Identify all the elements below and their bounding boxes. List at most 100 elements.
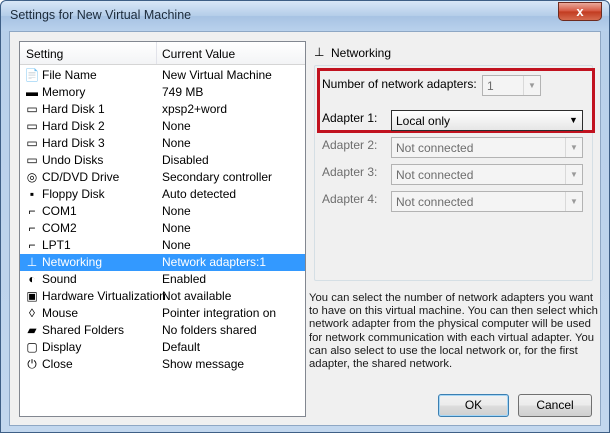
mouse-icon: ◊ [29, 306, 35, 320]
setting-name: Close [42, 357, 73, 371]
settings-row-memory[interactable]: ▬ Memory 749 MB [20, 84, 305, 101]
adapter4-label: Adapter 4: [322, 192, 378, 206]
setting-name: Display [42, 340, 82, 354]
hard-disk-icon: ▭ [26, 136, 38, 150]
adapter2-value: Not connected [396, 141, 474, 155]
window-title: Settings for New Virtual Machine [10, 8, 192, 22]
setting-name: COM2 [42, 221, 77, 235]
setting-value: Pointer integration on [162, 306, 277, 320]
setting-name: LPT1 [42, 238, 71, 252]
chevron-down-icon: ▼ [565, 192, 582, 211]
setting-value: Default [162, 340, 201, 354]
settings-row-com1[interactable]: ⌐ COM1 None [20, 203, 305, 220]
dialog-client-area: Setting Current Value 📄 File Name New Virt… [9, 31, 601, 426]
settings-row-networking[interactable]: ⊥ Networking Network adapters:1 [20, 254, 305, 271]
hardware-virtualization-icon: ▣ [26, 289, 38, 303]
adapter3-label: Adapter 3: [322, 165, 378, 179]
settings-row-display[interactable]: ▢ Display Default [20, 339, 305, 356]
lpt-port-icon: ⌐ [28, 238, 36, 252]
setting-name: COM1 [42, 204, 77, 218]
setting-name: Networking [42, 255, 103, 269]
networking-icon: ⊥ [26, 255, 38, 269]
cancel-button[interactable]: Cancel [518, 394, 592, 417]
adapters-count-select[interactable]: 1 ▼ [482, 75, 541, 96]
list-header: Setting Current Value [20, 42, 305, 65]
settings-row-sound[interactable]: ◐ Sound Enabled [20, 271, 305, 288]
adapter1-label: Adapter 1: [322, 111, 378, 125]
setting-value: Not available [162, 289, 232, 303]
settings-row-hard-disk-3[interactable]: ▭ Hard Disk 3 None [20, 135, 305, 152]
ok-button[interactable]: OK [438, 394, 509, 417]
adapter2-label: Adapter 2: [322, 138, 378, 152]
shared-folders-icon: ▰ [27, 323, 37, 337]
setting-name: Undo Disks [42, 153, 104, 167]
setting-value: New Virtual Machine [162, 68, 272, 82]
setting-value: None [162, 136, 191, 150]
hard-disk-icon: ▭ [26, 102, 38, 116]
settings-row-lpt1[interactable]: ⌐ LPT1 None [20, 237, 305, 254]
networking-description: You can select the number of network ada… [309, 292, 598, 371]
networking-icon: ⊥ [314, 45, 325, 59]
setting-name: Hardware Virtualization [42, 289, 166, 303]
setting-value: Show message [162, 357, 245, 371]
com-port-icon: ⌐ [28, 221, 36, 235]
settings-row-hard-disk-1[interactable]: ▭ Hard Disk 1 xpsp2+word [20, 101, 305, 118]
column-header-setting[interactable]: Setting [26, 47, 63, 61]
undo-disks-icon: ▭ [26, 153, 38, 167]
setting-name: Floppy Disk [42, 187, 105, 201]
display-icon: ▢ [26, 340, 38, 354]
setting-value: Network adapters:1 [162, 255, 267, 269]
setting-name: Hard Disk 2 [42, 119, 105, 133]
settings-row-close[interactable]: ⏻ Close Show message [20, 356, 305, 373]
setting-name: CD/DVD Drive [42, 170, 120, 184]
column-header-current-value[interactable]: Current Value [162, 47, 235, 61]
adapter3-select[interactable]: Not connected ▼ [391, 164, 583, 185]
adapter2-select[interactable]: Not connected ▼ [391, 137, 583, 158]
setting-name: Hard Disk 1 [42, 102, 105, 116]
setting-value: None [162, 204, 191, 218]
close-icon: ⏻ [27, 357, 37, 371]
adapter1-value: Local only [396, 114, 451, 128]
setting-name: Mouse [42, 306, 79, 320]
setting-name: Hard Disk 3 [42, 136, 105, 150]
setting-value: None [162, 119, 191, 133]
settings-row-cd-dvd-drive[interactable]: ◎ CD/DVD Drive Secondary controller [20, 169, 305, 186]
setting-name: Shared Folders [42, 323, 125, 337]
setting-value: None [162, 238, 191, 252]
chevron-down-icon: ▼ [569, 115, 578, 125]
adapters-count-value: 1 [487, 79, 494, 93]
settings-window: Settings for New Virtual Machine x Setti… [0, 0, 610, 433]
file-icon: 📄 [24, 68, 40, 82]
settings-row-hardware-virtualization[interactable]: ▣ Hardware Virtualization Not available [20, 288, 305, 305]
adapters-count-label: Number of network adapters: [322, 77, 477, 91]
settings-row-mouse[interactable]: ◊ Mouse Pointer integration on [20, 305, 305, 322]
settings-row-hard-disk-2[interactable]: ▭ Hard Disk 2 None [20, 118, 305, 135]
com-port-icon: ⌐ [28, 204, 36, 218]
settings-row-com2[interactable]: ⌐ COM2 None [20, 220, 305, 237]
settings-row-undo-disks[interactable]: ▭ Undo Disks Disabled [20, 152, 305, 169]
settings-rows: 📄 File Name New Virtual Machine ▬ Memory 749 … [20, 67, 305, 373]
settings-row-file-name[interactable]: 📄 File Name New Virtual Machine [20, 67, 305, 84]
settings-row-floppy-disk[interactable]: ▪ Floppy Disk Auto detected [20, 186, 305, 203]
floppy-disk-icon: ▪ [29, 187, 35, 201]
setting-value: xpsp2+word [162, 102, 228, 116]
column-divider[interactable] [156, 42, 157, 64]
chevron-down-icon: ▼ [523, 76, 540, 95]
settings-list[interactable]: Setting Current Value 📄 File Name New Virt… [19, 41, 306, 417]
setting-value: Auto detected [162, 187, 237, 201]
setting-value: Enabled [162, 272, 207, 286]
adapter1-select[interactable]: Local only ▼ [391, 110, 583, 131]
settings-row-shared-folders[interactable]: ▰ Shared Folders No folders shared [20, 322, 305, 339]
setting-value: No folders shared [162, 323, 257, 337]
window-close-button[interactable]: x [558, 2, 602, 21]
networking-title-text: Networking [331, 46, 392, 60]
title-bar[interactable]: Settings for New Virtual Machine x [1, 1, 609, 31]
hard-disk-icon: ▭ [26, 119, 38, 133]
sound-icon: ◐ [28, 272, 36, 286]
chevron-down-icon: ▼ [565, 138, 582, 157]
cd-dvd-icon: ◎ [26, 170, 38, 184]
adapter4-select[interactable]: Not connected ▼ [391, 191, 583, 212]
setting-value: Disabled [162, 153, 209, 167]
adapter4-value: Not connected [396, 195, 474, 209]
adapter3-value: Not connected [396, 168, 474, 182]
